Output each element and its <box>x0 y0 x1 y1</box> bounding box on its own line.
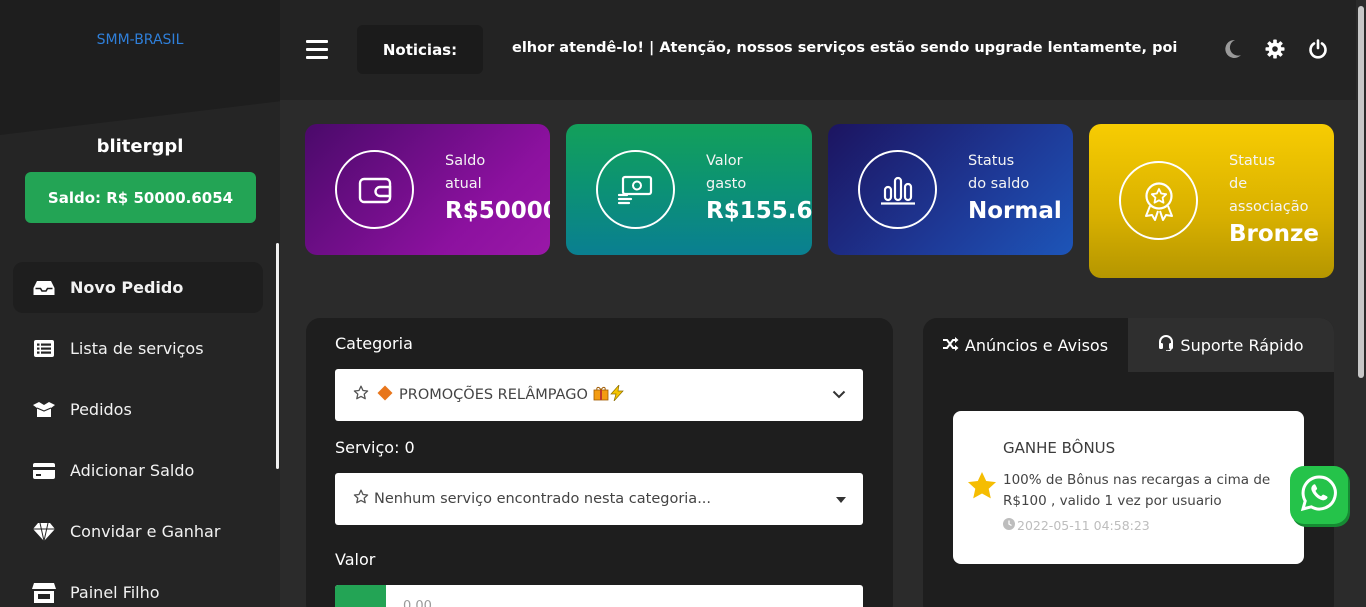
star-outline-icon <box>353 489 369 509</box>
headset-icon <box>1158 335 1180 355</box>
sidebar-item-adicionar-saldo[interactable]: Adicionar Saldo <box>13 445 263 496</box>
sidebar-item-convidar[interactable]: Convidar e Ganhar <box>13 506 263 557</box>
money-hand-icon <box>596 150 675 229</box>
sidebar-nav: Novo Pedido Lista de serviços Pedidos Ad… <box>13 262 263 607</box>
tab-anuncios[interactable]: Anúncios e Avisos <box>923 318 1128 372</box>
announcements-panel: Anúncios e Avisos Suporte Rápido GANHE B… <box>923 318 1334 607</box>
page-scrollbar-thumb[interactable] <box>1358 6 1364 378</box>
sidebar-item-novo-pedido[interactable]: Novo Pedido <box>13 262 263 313</box>
tab-suporte[interactable]: Suporte Rápido <box>1128 318 1334 372</box>
sidebar-item-label: Pedidos <box>70 400 132 419</box>
news-ticker: elhor atendê-lo! | Atenção, nossos servi… <box>512 40 1178 56</box>
caret-down-icon <box>836 491 846 507</box>
announcement-date: 2022-05-11 04:58:23 <box>1003 518 1150 533</box>
tab-label: Suporte Rápido <box>1180 335 1304 355</box>
shuffle-icon <box>942 336 965 355</box>
lightning-icon <box>610 383 624 405</box>
menu-toggle-icon[interactable] <box>306 40 328 60</box>
card-status-associacao: Status de associação Bronze <box>1089 124 1334 278</box>
brand-logo[interactable]: SMM-BRASIL <box>0 32 280 48</box>
username: blitergpl <box>96 136 184 157</box>
card-value: R$155.618 <box>706 198 812 224</box>
tab-label: Anúncios e Avisos <box>964 335 1109 355</box>
inbox-icon <box>32 279 56 297</box>
sidebar-header-bg <box>0 0 280 135</box>
whatsapp-icon <box>1299 473 1339 517</box>
top-bar: Noticias: elhor atendê-lo! | Atenção, no… <box>280 0 1356 100</box>
moon-icon[interactable] <box>1220 37 1244 61</box>
orange-diamond-icon <box>377 385 393 405</box>
chart-bars-icon <box>858 150 937 229</box>
servico-select[interactable]: Nenhum serviço encontrado nesta categori… <box>335 473 863 525</box>
sidebar-item-pedidos[interactable]: Pedidos <box>13 384 263 435</box>
card-label: Status do saldo <box>968 153 1030 192</box>
card-valor-gasto: Valorgasto R$155.618 <box>566 124 812 255</box>
card-value: Bronze <box>1229 221 1320 247</box>
categoria-label: Categoria <box>335 334 413 353</box>
sidebar-item-painel-filho[interactable]: Painel Filho <box>13 567 263 607</box>
box-open-icon <box>32 401 56 419</box>
announcement-body: 100% de Bônus nas recargas a cima de R$1… <box>1003 472 1271 509</box>
award-badge-icon <box>1119 161 1198 240</box>
star-icon <box>967 471 997 505</box>
card-saldo-atual: Saldoatual R$50000.6054 <box>305 124 550 255</box>
sidebar-item-lista-servicos[interactable]: Lista de serviços <box>13 323 263 374</box>
whatsapp-button[interactable] <box>1290 466 1348 524</box>
page-scrollbar[interactable] <box>1356 0 1366 607</box>
power-icon[interactable] <box>1306 37 1330 61</box>
store-icon <box>32 582 56 603</box>
list-icon <box>32 340 56 358</box>
sidebar-item-label: Novo Pedido <box>70 278 184 297</box>
credit-card-icon <box>32 462 56 480</box>
card-value: Normal <box>968 198 1062 224</box>
announcement-date-text: 2022-05-11 04:58:23 <box>1017 518 1150 533</box>
announcement-title: GANHE BÔNUS <box>1003 439 1116 457</box>
clock-icon <box>1003 518 1015 533</box>
gear-icon[interactable] <box>1263 37 1287 61</box>
servico-value: Nenhum serviço encontrado nesta categori… <box>374 491 712 507</box>
announcement-card: GANHE BÔNUS 100% de Bônus nas recargas a… <box>953 411 1304 564</box>
new-order-panel: Categoria PROMOÇÕES RELÂMPAGO Serviço: 0 <box>306 318 893 607</box>
sidebar-item-label: Adicionar Saldo <box>70 461 195 480</box>
valor-input[interactable]: 0.00 <box>403 599 432 607</box>
sidebar-item-label: Painel Filho <box>70 583 160 602</box>
app-root: SMM-BRASIL blitergpl Saldo: R$ 50000.605… <box>0 0 1366 607</box>
card-label: Saldo atual <box>445 153 486 192</box>
card-status-saldo: Status do saldo Normal <box>828 124 1073 255</box>
star-outline-icon <box>353 385 369 405</box>
card-label: Status de associação <box>1229 153 1309 215</box>
categoria-value: PROMOÇÕES RELÂMPAGO <box>399 387 588 403</box>
valor-label: Valor <box>335 550 376 569</box>
chevron-down-icon <box>832 387 846 403</box>
diamond-icon <box>32 522 56 541</box>
sidebar: SMM-BRASIL blitergpl Saldo: R$ 50000.605… <box>0 0 280 607</box>
wallet-icon <box>335 150 414 229</box>
sidebar-scrollbar[interactable] <box>276 243 279 469</box>
sidebar-item-label: Convidar e Ganhar <box>70 522 221 541</box>
sidebar-item-label: Lista de serviços <box>70 339 204 358</box>
balance-button[interactable]: Saldo: R$ 50000.6054 <box>25 172 256 223</box>
card-label: Valor gasto <box>706 153 747 192</box>
servico-label: Serviço: 0 <box>335 438 415 457</box>
categoria-select[interactable]: PROMOÇÕES RELÂMPAGO <box>335 369 863 421</box>
valor-addon <box>335 585 386 607</box>
card-value: R$50000.6054 <box>445 198 550 224</box>
valor-input-group[interactable]: 0.00 <box>335 585 863 607</box>
news-label: Noticias: <box>357 25 483 74</box>
gift-icon <box>593 385 609 405</box>
